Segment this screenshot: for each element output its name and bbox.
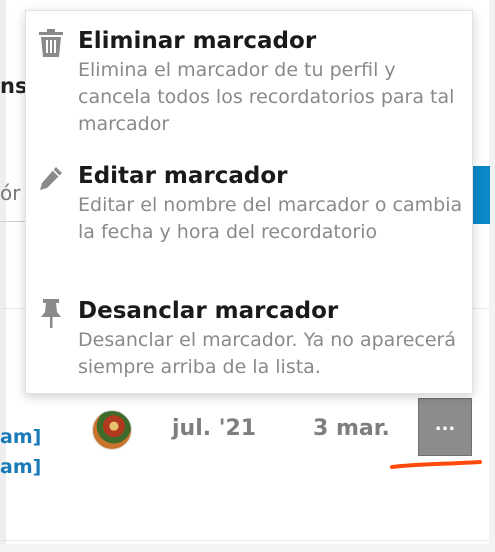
menu-item-title: Eliminar marcador — [78, 28, 317, 54]
page-frame-right — [489, 0, 495, 552]
menu-item-edit-bookmark[interactable]: Editar marcador Editar el nombre del mar… — [26, 160, 472, 246]
pin-icon — [38, 299, 64, 328]
annotation-underline — [390, 460, 482, 469]
background-input-text: ór — [0, 181, 21, 205]
reminder-date: 3 mar. — [313, 416, 390, 441]
bookmark-actions-menu: Eliminar marcador Elimina el marcador de… — [25, 10, 473, 394]
background-primary-button[interactable] — [470, 166, 490, 224]
menu-item-description: Editar el nombre del marcador o cambia l… — [78, 194, 463, 243]
menu-item-unpin-bookmark[interactable]: Desanclar marcador Desanclar el marcador… — [26, 295, 472, 381]
menu-item-description: Desanclar el marcador. Ya no aparecerá s… — [78, 329, 456, 378]
row-divider — [0, 540, 489, 541]
bookmark-link-fragment[interactable]: am] — [0, 426, 41, 448]
created-date: jul. '21 — [172, 416, 257, 441]
pencil-icon — [38, 164, 64, 192]
page-frame-bottom — [0, 544, 495, 552]
avatar[interactable] — [92, 410, 132, 450]
menu-item-delete-bookmark[interactable]: Eliminar marcador Elimina el marcador de… — [26, 25, 472, 138]
trash-icon — [38, 29, 64, 57]
more-actions-button[interactable]: ... — [418, 398, 472, 456]
bookmark-link-fragment[interactable]: am] — [0, 456, 41, 478]
menu-item-title: Desanclar marcador — [78, 298, 339, 324]
menu-item-title: Editar marcador — [78, 163, 288, 189]
page-heading-fragment: ns — [0, 74, 28, 98]
menu-item-description: Elimina el marcador de tu perfil y cance… — [78, 59, 455, 135]
